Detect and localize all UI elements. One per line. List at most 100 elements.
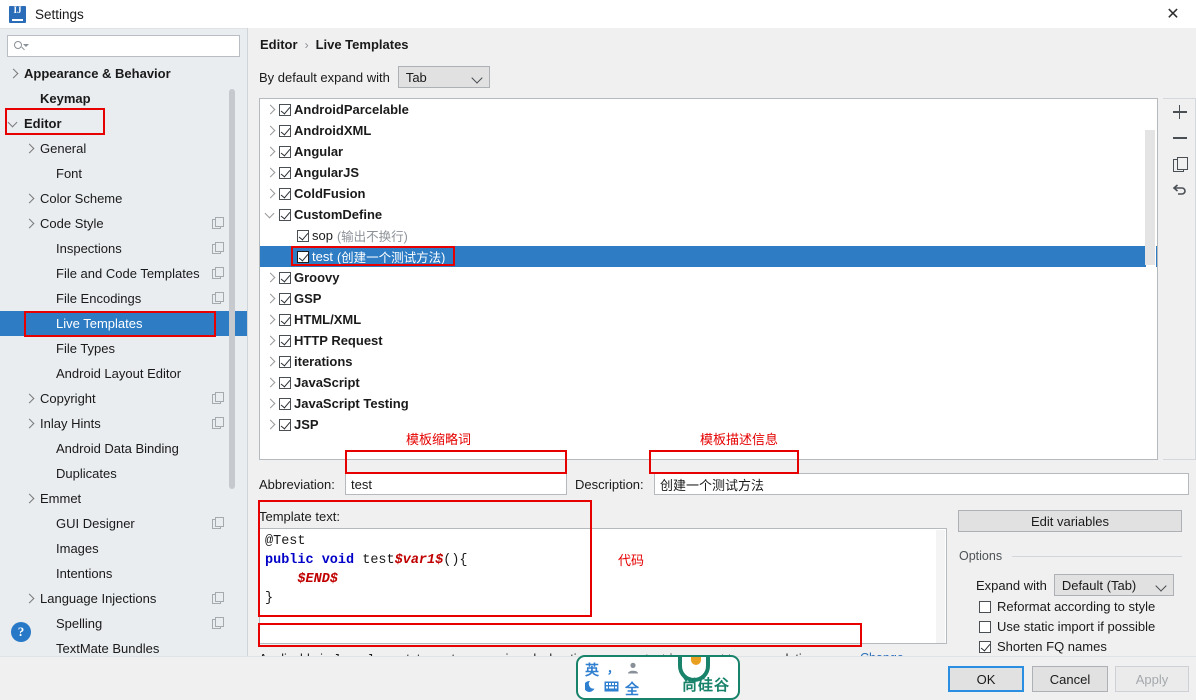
- sidebar-item-live-templates[interactable]: Live Templates: [0, 311, 247, 336]
- checkbox-icon[interactable]: [279, 376, 291, 389]
- sidebar-item-spelling[interactable]: Spelling: [0, 611, 247, 636]
- chevron-down-icon[interactable]: [264, 208, 278, 222]
- template-text-editor[interactable]: @Test public void test$var1$(){ $END$}: [259, 528, 947, 644]
- sidebar-item-duplicates[interactable]: Duplicates: [0, 461, 247, 486]
- checkbox-icon[interactable]: [279, 313, 291, 326]
- sidebar-item-file-types[interactable]: File Types: [0, 336, 247, 361]
- ime-fullwidth-label[interactable]: 全: [625, 679, 639, 698]
- search-input[interactable]: [28, 37, 239, 55]
- edit-variables-button[interactable]: Edit variables: [958, 510, 1182, 532]
- chevron-right-icon[interactable]: [24, 143, 36, 155]
- sidebar-item-android-data-binding[interactable]: Android Data Binding: [0, 436, 247, 461]
- sidebar-item-language-injections[interactable]: Language Injections: [0, 586, 247, 611]
- checkbox-icon[interactable]: [279, 397, 291, 410]
- checkbox-icon[interactable]: [279, 145, 291, 158]
- template-row[interactable]: Groovy: [260, 267, 1157, 288]
- chevron-right-icon[interactable]: [264, 334, 278, 348]
- template-row[interactable]: HTTP Request: [260, 330, 1157, 351]
- sidebar-item-color-scheme[interactable]: Color Scheme: [0, 186, 247, 211]
- template-list-scrollbar-track[interactable]: [1145, 100, 1156, 459]
- template-row[interactable]: HTML/XML: [260, 309, 1157, 330]
- search-box[interactable]: [7, 35, 240, 57]
- sidebar-scrollbar-track[interactable]: [229, 29, 241, 489]
- template-row[interactable]: JavaScript Testing: [260, 393, 1157, 414]
- chevron-right-icon[interactable]: [264, 355, 278, 369]
- template-text-scrollbar[interactable]: [936, 530, 945, 643]
- ok-button[interactable]: OK: [948, 666, 1024, 692]
- chevron-right-icon[interactable]: [24, 393, 36, 405]
- chevron-right-icon[interactable]: [264, 187, 278, 201]
- chevron-right-icon[interactable]: [264, 313, 278, 327]
- chevron-right-icon[interactable]: [24, 418, 36, 430]
- template-row[interactable]: sop (输出不换行): [260, 225, 1157, 246]
- moon-icon[interactable]: [585, 680, 598, 693]
- template-row[interactable]: AndroidParcelable: [260, 99, 1157, 120]
- sidebar-item-appearance-behavior[interactable]: Appearance & Behavior: [0, 61, 247, 86]
- template-row[interactable]: AngularJS: [260, 162, 1157, 183]
- checkbox-icon[interactable]: [279, 166, 291, 179]
- breadcrumb-parent[interactable]: Editor: [260, 37, 298, 52]
- chevron-right-icon[interactable]: [24, 593, 36, 605]
- sidebar-item-font[interactable]: Font: [0, 161, 247, 186]
- checkbox-icon[interactable]: [979, 620, 991, 633]
- sidebar-item-file-encodings[interactable]: File Encodings: [0, 286, 247, 311]
- checkbox-icon[interactable]: [279, 292, 291, 305]
- option-use-static-import-if-possible[interactable]: Use static import if possible: [979, 619, 1155, 634]
- sidebar-item-gui-designer[interactable]: GUI Designer: [0, 511, 247, 536]
- checkbox-icon[interactable]: [279, 418, 291, 431]
- checkbox-icon[interactable]: [979, 640, 991, 653]
- abbreviation-input[interactable]: [345, 473, 567, 495]
- description-input[interactable]: [654, 473, 1189, 495]
- chevron-right-icon[interactable]: [24, 193, 36, 205]
- checkbox-icon[interactable]: [279, 271, 291, 284]
- template-row[interactable]: ColdFusion: [260, 183, 1157, 204]
- chevron-right-icon[interactable]: [8, 68, 20, 80]
- add-template-button[interactable]: [1163, 99, 1196, 125]
- sidebar-item-general[interactable]: General: [0, 136, 247, 161]
- option-shorten-fq-names[interactable]: Shorten FQ names: [979, 639, 1107, 654]
- ime-punctuation-label[interactable]: ，: [607, 660, 619, 677]
- remove-template-button[interactable]: [1163, 125, 1196, 151]
- template-row[interactable]: GSP: [260, 288, 1157, 309]
- sidebar-item-inspections[interactable]: Inspections: [0, 236, 247, 261]
- template-list[interactable]: AndroidParcelable AndroidXML Angular Angula…: [259, 98, 1158, 460]
- sidebar-item-inlay-hints[interactable]: Inlay Hints: [0, 411, 247, 436]
- chevron-right-icon[interactable]: [264, 397, 278, 411]
- chevron-down-icon[interactable]: [8, 118, 20, 130]
- sidebar-item-intentions[interactable]: Intentions: [0, 561, 247, 586]
- keyboard-icon[interactable]: [604, 681, 619, 692]
- chevron-right-icon[interactable]: [264, 166, 278, 180]
- checkbox-icon[interactable]: [979, 600, 991, 613]
- chevron-right-icon[interactable]: [264, 124, 278, 138]
- chevron-right-icon[interactable]: [264, 292, 278, 306]
- ime-floating-bar[interactable]: 英 ， 全 尚硅谷: [576, 655, 740, 700]
- checkbox-icon[interactable]: [297, 229, 309, 242]
- checkbox-icon[interactable]: [279, 208, 291, 221]
- template-row[interactable]: CustomDefine: [260, 204, 1157, 225]
- revert-template-button[interactable]: [1163, 177, 1196, 203]
- checkbox-icon[interactable]: [297, 250, 309, 263]
- default-expand-select[interactable]: Tab: [397, 66, 490, 88]
- sidebar-item-keymap[interactable]: Keymap: [0, 86, 247, 111]
- option-reformat-according-to-style[interactable]: Reformat according to style: [979, 599, 1155, 614]
- sidebar-item-android-layout-editor[interactable]: Android Layout Editor: [0, 361, 247, 386]
- template-row[interactable]: JavaScript: [260, 372, 1157, 393]
- template-row[interactable]: AndroidXML: [260, 120, 1157, 141]
- apply-button[interactable]: Apply: [1115, 666, 1189, 692]
- checkbox-icon[interactable]: [279, 103, 291, 116]
- sidebar-item-emmet[interactable]: Emmet: [0, 486, 247, 511]
- sidebar-item-file-and-code-templates[interactable]: File and Code Templates: [0, 261, 247, 286]
- checkbox-icon[interactable]: [279, 124, 291, 137]
- close-icon[interactable]: ✕: [1150, 0, 1196, 28]
- sidebar-item-copyright[interactable]: Copyright: [0, 386, 247, 411]
- sidebar-item-code-style[interactable]: Code Style: [0, 211, 247, 236]
- sidebar-scrollbar-thumb[interactable]: [229, 89, 235, 489]
- ime-mode-label[interactable]: 英: [585, 660, 599, 680]
- template-list-scrollbar-thumb[interactable]: [1145, 130, 1155, 265]
- checkbox-icon[interactable]: [279, 355, 291, 368]
- chevron-right-icon[interactable]: [264, 376, 278, 390]
- chevron-right-icon[interactable]: [264, 103, 278, 117]
- duplicate-template-button[interactable]: [1163, 151, 1196, 177]
- user-icon[interactable]: [627, 662, 639, 674]
- sidebar-item-images[interactable]: Images: [0, 536, 247, 561]
